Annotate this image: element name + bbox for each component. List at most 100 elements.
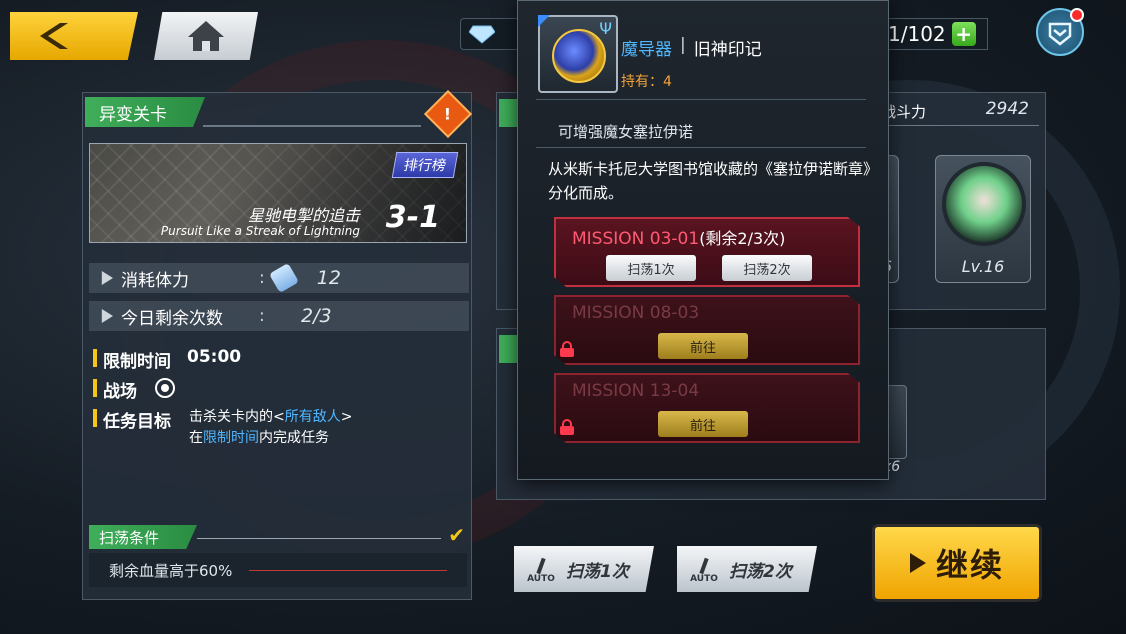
item-category: 魔导器: [621, 40, 672, 60]
divider: [536, 147, 866, 148]
hold-label: 持有：: [621, 74, 663, 90]
character-card[interactable]: Lv.16: [935, 155, 1031, 283]
diamond-icon: [469, 25, 495, 44]
stage-name-english: Pursuit Like a Streak of Lightning: [160, 224, 360, 238]
time-limit: 限制时间 05:00: [93, 347, 241, 372]
objective-line1-suffix: >: [340, 409, 353, 425]
objective-line2-suffix: 内完成任务: [259, 430, 329, 446]
difficulty-badge: !: [423, 89, 473, 139]
marker: [93, 349, 97, 367]
rarity-corner: [538, 15, 550, 27]
item-icon-frame: Ψ: [538, 15, 618, 93]
continue-label: 继续: [935, 546, 1004, 584]
mission-entry: MISSION 03-01(剩余2/3次) 扫荡1次 扫荡2次: [554, 217, 860, 287]
time-limit-label: 限制时间: [103, 352, 171, 372]
separator: :: [259, 306, 265, 326]
sweep-condition-title: 扫荡条件: [89, 525, 197, 549]
leaderboard-button[interactable]: 排行榜: [391, 152, 459, 178]
mission-code: MISSION 03-01: [572, 229, 700, 249]
character-portrait: [942, 162, 1026, 246]
divider: [536, 99, 866, 100]
difficulty-badge-mark: !: [444, 104, 452, 124]
battlefield: 战场: [93, 377, 175, 402]
character-level: Lv.16: [961, 257, 1005, 276]
title-separator: |: [680, 35, 686, 55]
stamina-counter: 1/102 +: [882, 18, 988, 50]
mission-sweep-twice-button[interactable]: 扫荡2次: [722, 255, 812, 281]
gem-resource[interactable]: [460, 18, 520, 50]
sweep-once-button[interactable]: AUTO 扫荡1次: [514, 546, 654, 592]
lock-icon: [560, 419, 574, 435]
home-button[interactable]: [154, 12, 258, 60]
divider: [203, 125, 421, 127]
auto-icon: AUTO: [526, 554, 556, 584]
menu-button[interactable]: [1036, 8, 1084, 56]
item-info-popup: Ψ 魔导器 | 旧神印记 持有：4 可增强魔女塞拉伊诺 从米斯卡托尼大学图书馆收…: [517, 0, 889, 480]
seal-icon: [552, 29, 606, 83]
power-value: 2942: [985, 99, 1029, 119]
marker: [93, 409, 97, 427]
divider: [197, 538, 441, 539]
attempts-value: 2/3: [301, 305, 332, 327]
time-limit-value: 05:00: [187, 347, 242, 367]
mission-title: MISSION 08-03: [572, 303, 700, 323]
auto-label: AUTO: [527, 574, 555, 584]
sweep-condition: 剩余血量高于60%: [89, 553, 467, 587]
sweep-twice-label: 扫荡2次: [729, 561, 792, 582]
trident-icon: Ψ: [599, 19, 612, 38]
back-arrow-icon: [40, 23, 68, 49]
notification-dot: [1070, 8, 1084, 22]
lock-icon: [560, 341, 574, 357]
divider: [867, 125, 1039, 126]
objective: 任务目标 击杀关卡内的<所有敌人> 在限制时间内完成任务: [93, 407, 352, 449]
stamina-cost-row: 消耗体力 : 12: [89, 262, 469, 294]
sweep-twice-button[interactable]: AUTO 扫荡2次: [677, 546, 817, 592]
stage-banner: 排行榜 星驰电掣的追击 Pursuit Like a Streak of Lig…: [89, 143, 467, 243]
mission-entry-locked: MISSION 13-04 前往: [554, 373, 860, 443]
mission-remaining: (剩余2/3次): [699, 229, 786, 248]
objective-line1-prefix: 击杀关卡内的<: [189, 409, 285, 425]
stamina-count-value: 1/102: [888, 22, 946, 46]
objective-text: 击杀关卡内的<所有敌人> 在限制时间内完成任务: [189, 407, 352, 449]
arrow-icon: [101, 271, 113, 285]
stamina-potion-icon: [268, 262, 299, 294]
item-title: 魔导器 | 旧神印记: [621, 35, 762, 60]
check-icon: ✔: [448, 523, 465, 547]
item-name: 旧神印记: [693, 40, 762, 60]
objective-label: 任务目标: [103, 412, 171, 432]
mission-go-button[interactable]: 前往: [658, 411, 748, 437]
play-icon: [909, 553, 926, 573]
stamina-cost-value: 12: [316, 267, 341, 289]
continue-button[interactable]: 继续: [872, 524, 1042, 602]
marker: [93, 379, 97, 397]
arrow-icon: [101, 309, 113, 323]
item-description: 从米斯卡托尼大学图书馆收藏的《塞拉伊诺断章》分化而成。: [548, 160, 879, 202]
chevron-shield-icon: [1048, 22, 1072, 46]
mission-entry-locked: MISSION 08-03 前往: [554, 295, 860, 365]
battlefield-label: 战场: [103, 382, 137, 402]
home-icon: [188, 21, 224, 51]
auto-icon: AUTO: [689, 554, 719, 584]
strike-line: [249, 570, 447, 571]
separator: :: [259, 268, 265, 288]
back-button[interactable]: [10, 12, 138, 60]
eye-icon[interactable]: [155, 378, 175, 398]
mission-go-button[interactable]: 前往: [658, 333, 748, 359]
hold-value: 4: [663, 74, 672, 90]
item-subtitle: 可增强魔女塞拉伊诺: [558, 123, 694, 141]
sweep-once-label: 扫荡1次: [566, 561, 629, 582]
stamina-cost-label: 消耗体力: [121, 270, 189, 291]
objective-highlight: 所有敌人: [284, 409, 341, 425]
stage-number: 3-1: [385, 200, 440, 235]
panel-title: 异变关卡: [85, 97, 205, 127]
attempts-label: 今日剩余次数: [121, 308, 223, 329]
stage-info-panel: 异变关卡 ! 排行榜 星驰电掣的追击 Pursuit Like a Streak…: [82, 89, 473, 600]
mission-sweep-once-button[interactable]: 扫荡1次: [606, 255, 696, 281]
mission-title: MISSION 13-04: [572, 381, 700, 401]
objective-highlight: 限制时间: [203, 430, 259, 446]
sweep-condition-text: 剩余血量高于60%: [109, 561, 233, 580]
stage-name: 星驰电掣的追击: [247, 206, 360, 225]
objective-line2-prefix: 在: [189, 430, 203, 446]
auto-label: AUTO: [690, 574, 718, 584]
add-stamina-button[interactable]: +: [951, 22, 976, 46]
